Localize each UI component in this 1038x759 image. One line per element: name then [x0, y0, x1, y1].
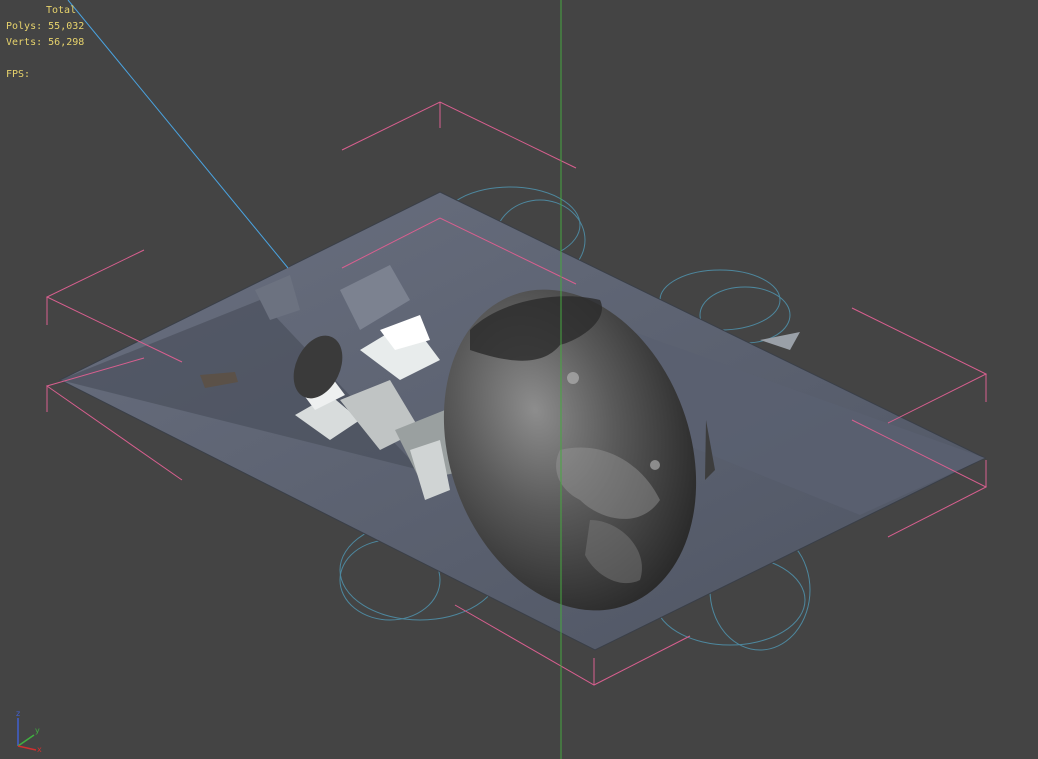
- axis-x-label: x: [37, 745, 42, 754]
- light-direction-line: [67, 0, 289, 269]
- stats-fps-row: FPS:: [6, 67, 36, 83]
- polys-label: Polys:: [6, 21, 43, 32]
- verts-value: 56,298: [48, 37, 85, 48]
- stats-header: Total: [46, 5, 77, 16]
- axis-z-label: z: [16, 709, 20, 718]
- stats-verts-row: Verts: 56,298: [6, 35, 84, 51]
- polys-value: 55,032: [48, 21, 85, 32]
- axis-gizmo: z y x: [16, 709, 42, 754]
- scene-canvas[interactable]: z y x: [0, 0, 1038, 759]
- axis-y-label: y: [35, 726, 40, 735]
- perspective-viewport[interactable]: z y x Total Polys: 55,032 Verts: 56,298 …: [0, 0, 1038, 759]
- stats-polys-row: Polys: 55,032: [6, 19, 84, 35]
- fps-label: FPS:: [6, 69, 31, 80]
- verts-label: Verts:: [6, 37, 43, 48]
